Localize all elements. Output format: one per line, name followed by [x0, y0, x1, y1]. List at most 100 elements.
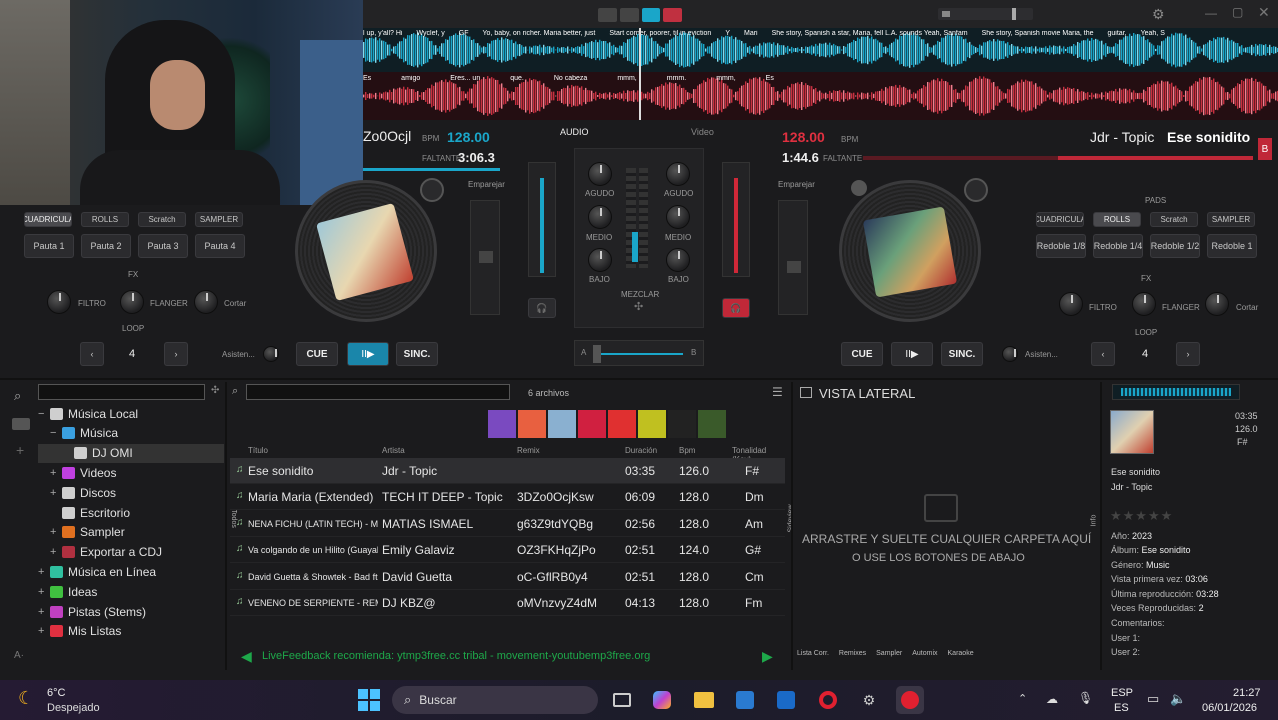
loop-half-button[interactable]: ‹ [1091, 342, 1115, 366]
side-tab-info[interactable]: Info [1090, 515, 1097, 527]
tree-item[interactable]: DJ OMI [38, 443, 224, 463]
folder-search-input[interactable] [38, 384, 205, 400]
language-primary[interactable]: ESP [1111, 687, 1133, 699]
sideview-button[interactable]: Automix [912, 650, 937, 666]
microphone-icon[interactable]: 🎙 [1078, 691, 1093, 705]
pad-tab-sampler[interactable]: SAMPLER [1207, 212, 1255, 227]
column-header[interactable]: Artista [382, 446, 405, 455]
headphone-right-button[interactable]: 🎧 [722, 298, 750, 318]
tree-item[interactable]: + Videos [38, 463, 116, 482]
settings-app-icon[interactable]: ⚙ [855, 686, 883, 714]
rating-stars[interactable]: ★★★★★ [1110, 508, 1173, 524]
sideview-button[interactable]: Lista Corr. [797, 650, 829, 666]
pad-tab-cuadricula[interactable]: CUADRICULA [1036, 212, 1084, 227]
livefeedback-prev-icon[interactable]: ◀ [241, 648, 252, 665]
livefeedback-text[interactable]: LiveFeedback recomienda: ytmp3free.cc tr… [262, 650, 650, 662]
tree-item[interactable]: − Música [38, 424, 118, 443]
file-explorer-icon[interactable] [690, 686, 718, 714]
info-user1[interactable]: User 1: [1111, 633, 1140, 643]
track-row[interactable]: ♫ Maria Maria (Extended) TECH IT DEEP - To… [230, 484, 785, 511]
tree-item[interactable]: − Música Local [38, 404, 138, 423]
tree-expand-icon[interactable]: + [38, 625, 50, 637]
settings-icon[interactable]: ⚙ [1152, 6, 1165, 23]
list-menu-icon[interactable]: ☰ [772, 385, 783, 399]
tree-expand-icon[interactable]: + [38, 566, 50, 578]
sideview-button[interactable]: Karaoke [948, 650, 974, 666]
font-size-icon[interactable]: A· [14, 650, 24, 661]
loop-double-button[interactable]: › [164, 342, 188, 366]
tree-item[interactable]: + Discos [38, 483, 116, 502]
track-row[interactable]: ♫ Va colgando de un Hilito (Guayabo... Emi… [230, 537, 785, 564]
tab-video[interactable]: Video [691, 127, 714, 137]
eq-high-right-knob[interactable] [666, 162, 690, 186]
track-search-input[interactable] [246, 384, 510, 400]
tray-chevron-icon[interactable]: ⌃ [1018, 692, 1027, 705]
folder-tree-settings-icon[interactable]: ✣ [211, 385, 219, 396]
network-icon[interactable]: ▭ [1147, 691, 1159, 707]
opera-icon[interactable] [814, 686, 842, 714]
info-genre[interactable]: Género: Music [1111, 560, 1170, 570]
cut-knob[interactable] [194, 290, 218, 314]
livefeedback-next-icon[interactable]: ▶ [762, 648, 773, 665]
onedrive-icon[interactable]: ☁ [1046, 692, 1058, 706]
task-view-icon[interactable] [608, 686, 636, 714]
tree-expand-icon[interactable]: + [50, 546, 62, 558]
cut-knob[interactable] [1205, 292, 1229, 316]
virtualdj-icon[interactable] [896, 686, 924, 714]
assist-knob[interactable] [1002, 346, 1018, 362]
pad-tab-cuadricula[interactable]: CUADRICULA [24, 212, 72, 227]
waveform-deck-left[interactable]: l up, y'all? Hi Wyclef, y GF Yo, baby, on r… [363, 28, 1278, 72]
weather-icon[interactable]: ☾ [18, 688, 34, 709]
filter-knob[interactable] [47, 290, 71, 314]
minimize-icon[interactable]: — [1205, 6, 1217, 20]
deck-right-play-button[interactable]: II▶ [891, 342, 933, 366]
loop-double-button[interactable]: › [1176, 342, 1200, 366]
pad-tab-rolls[interactable]: ROLLS [1093, 212, 1141, 227]
start-icon[interactable] [355, 686, 383, 714]
copilot-icon[interactable] [648, 686, 676, 714]
deck-left-cue-button[interactable]: CUE [296, 342, 338, 366]
eq-mid-left-knob[interactable] [588, 205, 612, 229]
clock-time[interactable]: 21:27 [1233, 687, 1261, 699]
assist-knob[interactable] [263, 346, 279, 362]
column-header[interactable]: Duración [625, 446, 657, 455]
pad-tab-scratch[interactable]: Scratch [1150, 212, 1198, 227]
column-header[interactable]: Bpm [679, 446, 695, 455]
outlook-icon[interactable] [772, 686, 800, 714]
track-row[interactable]: ♫ VENENO DE SERPIENTE - REMI... DJ KBZ@ oMV… [230, 590, 785, 616]
pad-tab-sampler[interactable]: SAMPLER [195, 212, 243, 227]
tree-expand-icon[interactable]: − [38, 408, 50, 420]
drive-icon[interactable] [12, 418, 30, 430]
info-user2[interactable]: User 2: [1111, 647, 1140, 657]
tree-expand-icon[interactable]: + [50, 487, 62, 499]
tree-expand-icon[interactable]: + [38, 586, 50, 598]
pad-1[interactable]: Redoble 1/8 [1036, 234, 1086, 258]
pad-2[interactable]: Redoble 1/4 [1093, 234, 1143, 258]
volume-icon[interactable]: 🔈 [1170, 691, 1186, 707]
flanger-knob[interactable] [1132, 292, 1156, 316]
weather-temp[interactable]: 6°C [47, 687, 65, 699]
taskbar-search[interactable]: ⌕ Buscar [392, 686, 598, 714]
master-volume-slider[interactable] [938, 8, 1033, 20]
close-icon[interactable]: ✕ [1258, 4, 1270, 21]
column-header[interactable]: Remix [517, 446, 540, 455]
tree-item[interactable]: + Música en Línea [38, 562, 156, 581]
track-row[interactable]: ♫ Ese sonidito Jdr - Topic 03:35 126.0 F# [230, 458, 785, 484]
sideview-button[interactable]: Remixes [839, 650, 866, 666]
headphone-left-button[interactable]: 🎧 [528, 298, 556, 318]
maximize-icon[interactable]: ▢ [1232, 5, 1243, 19]
waveform-deck-right[interactable]: Es amigo Eres... un que. No cabeza mmm, mmm. mm… [363, 72, 1278, 120]
language-secondary[interactable]: ES [1114, 702, 1129, 714]
weather-desc[interactable]: Despejado [47, 702, 100, 714]
eq-high-left-knob[interactable] [588, 162, 612, 186]
microsoft-store-icon[interactable] [731, 686, 759, 714]
eq-low-right-knob[interactable] [666, 248, 690, 272]
column-header[interactable]: Título [248, 446, 268, 455]
tab-audio[interactable]: AUDIO [560, 127, 589, 137]
info-comments[interactable]: Comentarios: [1111, 618, 1165, 628]
track-search-icon[interactable]: ⌕ [232, 385, 238, 398]
pad-tab-scratch[interactable]: Scratch [138, 212, 186, 227]
sideview-button[interactable]: Sampler [876, 650, 902, 666]
layout-selector[interactable] [598, 8, 682, 22]
filter-knob[interactable] [1059, 292, 1083, 316]
